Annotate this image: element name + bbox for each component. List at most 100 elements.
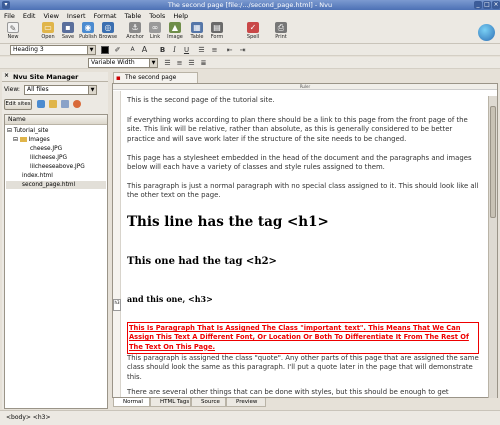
publish-icon: ◉ bbox=[82, 22, 94, 33]
print-button[interactable]: ⎙ Print bbox=[271, 22, 291, 43]
site-manager-title: Nvu Site Manager bbox=[13, 73, 79, 81]
refresh-icon[interactable] bbox=[61, 100, 69, 108]
anchor-button[interactable]: ⚓ Anchor bbox=[125, 22, 145, 43]
important-paragraph: This Is Paragraph That Is Assigned The C… bbox=[127, 322, 479, 354]
new-button[interactable]: ✎ New bbox=[3, 22, 23, 43]
image-button[interactable]: ▲ Image bbox=[165, 22, 185, 43]
tree-item-site[interactable]: ⊟ Tutorial_site bbox=[7, 127, 48, 135]
name-column-header[interactable]: Name bbox=[5, 115, 107, 125]
publish-site-icon[interactable] bbox=[37, 100, 45, 108]
form-icon: ▤ bbox=[211, 22, 223, 33]
paragraph: This is the second page of the tutorial … bbox=[127, 96, 275, 104]
indent-icon[interactable]: ⇥ bbox=[238, 45, 247, 55]
anchor-icon: ⚓ bbox=[129, 22, 141, 33]
menu-format[interactable]: Format bbox=[94, 12, 117, 20]
tree-item-images-folder[interactable]: ⊟ Images bbox=[13, 136, 50, 144]
edit-mode-tabs: Normal HTML Tags Source Preview bbox=[113, 398, 313, 407]
heading-h3: and this one, <h3> bbox=[127, 294, 213, 304]
paragraph: This paragraph is just a normal paragrap… bbox=[127, 182, 479, 200]
tree-item-file[interactable]: cheese.JPG bbox=[30, 145, 62, 153]
tree-item-file[interactable]: lilcheese.JPG bbox=[30, 154, 67, 162]
align-center-icon[interactable]: ≡ bbox=[175, 58, 184, 68]
close-tab-icon[interactable]: ▪ bbox=[116, 73, 121, 83]
image-icon: ▲ bbox=[169, 22, 181, 33]
window-menu-icon[interactable]: ▾ bbox=[2, 1, 10, 9]
save-icon: ▪ bbox=[62, 22, 74, 33]
tab-source[interactable]: Source bbox=[191, 398, 226, 407]
chevron-down-icon: ▼ bbox=[87, 46, 95, 54]
block-marker-gutter: h3 bbox=[113, 91, 121, 397]
tab-normal[interactable]: Normal bbox=[113, 398, 150, 407]
format-toolbar-1: Heading 3 ▼ ✐ A A B I U ☰ ≡ ⇤ ⇥ bbox=[0, 44, 500, 56]
site-file-tree: Name ⊟ Tutorial_site ⊟ Images cheese.JPG… bbox=[4, 114, 108, 409]
spell-button[interactable]: ✓ Spell bbox=[243, 22, 263, 43]
align-right-icon[interactable]: ☰ bbox=[187, 58, 196, 68]
text-color-icon[interactable] bbox=[101, 46, 109, 54]
status-bar: <body> <h3> bbox=[0, 410, 500, 425]
new-icon: ✎ bbox=[7, 22, 19, 33]
close-panel-icon[interactable]: × bbox=[4, 72, 9, 79]
table-button[interactable]: ▦ Table bbox=[187, 22, 207, 43]
folder-icon bbox=[19, 137, 27, 142]
highlight-icon[interactable]: ✐ bbox=[113, 45, 122, 55]
vertical-scrollbar[interactable] bbox=[488, 96, 497, 398]
edit-sites-button[interactable]: Edit sites bbox=[4, 99, 32, 110]
new-folder-icon[interactable] bbox=[49, 100, 57, 108]
composition-toolbar: ✎ New ▭ Open ▪ Save ◉ Publish ◎ Browse ⚓ Ancho… bbox=[0, 21, 500, 44]
stop-icon[interactable] bbox=[73, 100, 81, 108]
font-select[interactable]: Variable Width ▼ bbox=[88, 58, 158, 68]
spell-icon: ✓ bbox=[247, 22, 259, 33]
paragraph: If everything works according to plan th… bbox=[127, 116, 468, 143]
bullet-list-icon[interactable]: ☰ bbox=[197, 45, 206, 55]
menu-view[interactable]: View bbox=[43, 12, 58, 20]
tree-item-file-selected[interactable]: second_page.html bbox=[6, 181, 106, 189]
link-button[interactable]: ∞ Link bbox=[145, 22, 165, 43]
menu-tools[interactable]: Tools bbox=[149, 12, 165, 20]
form-button[interactable]: ▤ Form bbox=[207, 22, 227, 43]
menu-help[interactable]: Help bbox=[173, 12, 188, 20]
numbered-list-icon[interactable]: ≡ bbox=[210, 45, 219, 55]
tab-html-tags[interactable]: HTML Tags bbox=[150, 398, 191, 407]
open-button[interactable]: ▭ Open bbox=[38, 22, 58, 43]
minimize-icon[interactable]: _ bbox=[474, 1, 482, 9]
save-button[interactable]: ▪ Save bbox=[58, 22, 78, 43]
menu-table[interactable]: Table bbox=[124, 12, 141, 20]
align-left-icon[interactable]: ☰ bbox=[163, 58, 172, 68]
menu-edit[interactable]: Edit bbox=[23, 12, 36, 20]
publish-button[interactable]: ◉ Publish bbox=[78, 22, 98, 43]
tab-preview[interactable]: Preview bbox=[226, 398, 266, 407]
site-manager-header: × Nvu Site Manager bbox=[2, 72, 108, 82]
menu-insert[interactable]: Insert bbox=[67, 12, 86, 20]
bold-icon[interactable]: B bbox=[158, 45, 167, 55]
menu-file[interactable]: File bbox=[4, 12, 15, 20]
close-icon[interactable]: × bbox=[492, 1, 500, 9]
view-filter-select[interactable]: All files ▼ bbox=[24, 85, 97, 95]
paragraph-format-select[interactable]: Heading 3 ▼ bbox=[10, 45, 96, 55]
heading-h1: This line has the tag <h1> bbox=[127, 214, 329, 230]
font-size-smaller-icon[interactable]: A bbox=[128, 45, 137, 55]
tree-item-file[interactable]: index.html bbox=[22, 172, 53, 180]
italic-icon[interactable]: I bbox=[170, 45, 179, 55]
underline-icon[interactable]: U bbox=[182, 45, 191, 55]
print-icon: ⎙ bbox=[275, 22, 287, 33]
site-manager-panel: × Nvu Site Manager View: All files ▼ Edit… bbox=[2, 72, 108, 409]
heading-h2: This one had the tag <h2> bbox=[127, 256, 277, 267]
window-title: The second page [file:/.../second_page.h… bbox=[0, 0, 500, 10]
font-size-larger-icon[interactable]: A bbox=[140, 45, 149, 55]
h3-block-marker[interactable]: h3 bbox=[113, 299, 121, 311]
scrollbar-thumb[interactable] bbox=[490, 106, 496, 218]
align-justify-icon[interactable]: ≣ bbox=[199, 58, 208, 68]
format-toolbar-2: Variable Width ▼ ☰ ≡ ☰ ≣ bbox=[0, 57, 500, 69]
ruler: Ruler bbox=[113, 84, 497, 90]
browse-button[interactable]: ◎ Browse bbox=[98, 22, 118, 43]
view-row: View: All files ▼ bbox=[4, 85, 108, 96]
maximize-icon[interactable]: □ bbox=[483, 1, 491, 9]
paragraph: This page has a stylesheet embedded in t… bbox=[127, 154, 472, 172]
editor-canvas[interactable]: Ruler h3 This is the second page of the … bbox=[112, 83, 498, 398]
table-icon: ▦ bbox=[191, 22, 203, 33]
outdent-icon[interactable]: ⇤ bbox=[225, 45, 234, 55]
tab-second-page[interactable]: ▪ The second page bbox=[113, 72, 198, 83]
quote-paragraph: This paragraph is assigned the class "qu… bbox=[127, 354, 479, 381]
tree-item-file[interactable]: lilcheeseabove.JPG bbox=[30, 163, 85, 171]
nvu-logo-icon bbox=[478, 24, 495, 41]
